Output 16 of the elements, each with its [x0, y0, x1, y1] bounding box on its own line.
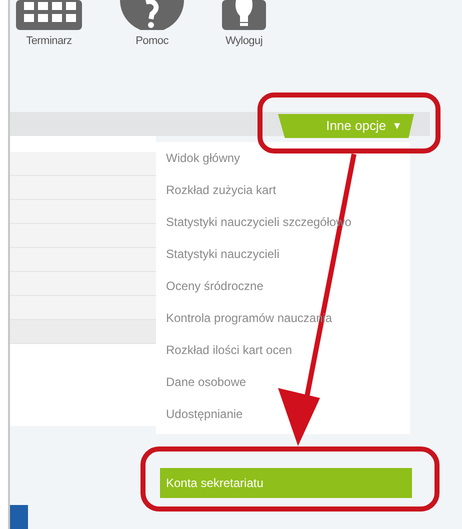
toolbar-link[interactable]: Pomoc	[136, 33, 168, 50]
menu-item[interactable]: Dane osobowe	[162, 366, 410, 398]
page-button[interactable]	[10, 505, 28, 529]
help-icon	[120, 0, 184, 30]
menu-item[interactable]: Konta sekretariatu	[160, 468, 412, 498]
lightbulb-icon	[222, 0, 266, 30]
options-button[interactable]: Inne opcje ▼	[278, 114, 414, 138]
menu-item[interactable]: Oceny śródroczne	[162, 270, 410, 302]
calendar-icon	[16, 0, 82, 30]
menu-item[interactable]: Statystyki nauczycieli	[162, 238, 410, 270]
menu-item[interactable]: Rozkład ilości kart ocen	[162, 334, 410, 366]
menu-item[interactable]: Widok główny	[162, 142, 410, 174]
toolbar-link[interactable]: Terminarz	[26, 33, 72, 50]
menu-item[interactable]: Udostępnianie	[162, 398, 410, 430]
toolbar-link[interactable]: Wyloguj	[225, 33, 263, 50]
menu-item[interactable]: Rozkład zużycia kart	[162, 174, 410, 206]
